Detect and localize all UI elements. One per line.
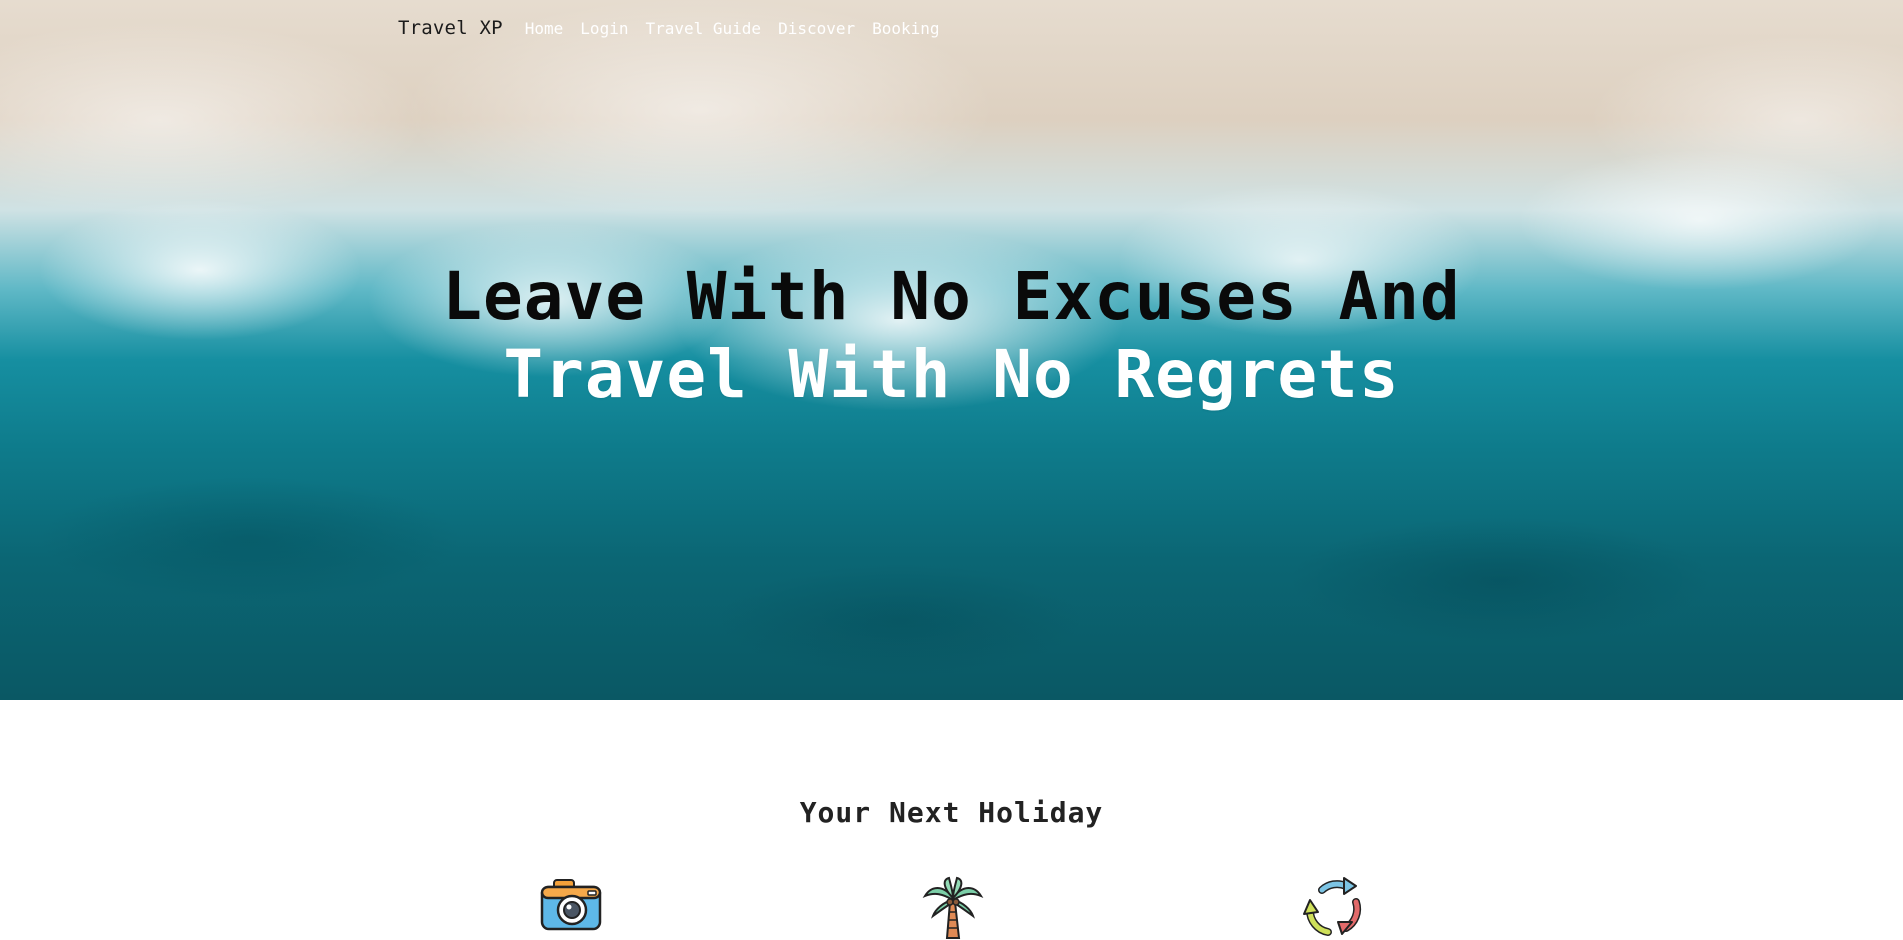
hero-banner: Travel XP Home Login Travel Guide Discov…	[0, 0, 1903, 700]
hero-water-background	[0, 420, 1903, 700]
nav-link-login[interactable]: Login	[580, 19, 628, 38]
nav-link-booking[interactable]: Booking	[872, 19, 939, 38]
camera-icon	[540, 879, 602, 931]
brand-logo[interactable]: Travel XP	[398, 17, 503, 39]
section-title: Your Next Holiday	[799, 796, 1104, 829]
top-navigation: Travel XP Home Login Travel Guide Discov…	[398, 16, 957, 40]
refresh-arrows-icon	[1303, 877, 1362, 936]
hero-headline: Leave With No Excuses And Travel With No…	[0, 258, 1903, 414]
nav-link-discover[interactable]: Discover	[778, 19, 855, 38]
nav-link-home[interactable]: Home	[525, 19, 564, 38]
features-row	[0, 876, 1903, 940]
nav-link-travel-guide[interactable]: Travel Guide	[645, 19, 761, 38]
nav-links: Home Login Travel Guide Discover Booking	[525, 19, 957, 38]
hero-headline-line1: Leave With No Excuses And	[442, 258, 1461, 335]
palm-tree-icon	[922, 876, 984, 939]
hero-headline-line2: Travel With No Regrets	[503, 336, 1400, 413]
